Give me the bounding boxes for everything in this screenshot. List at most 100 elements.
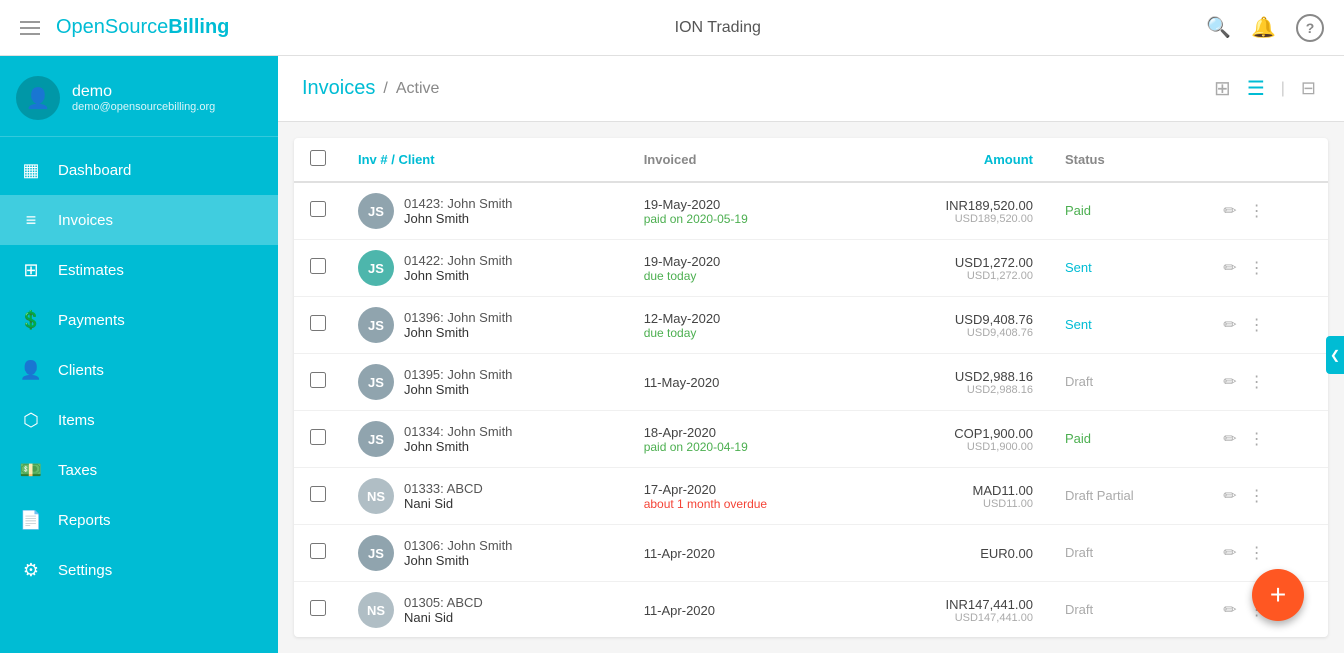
sidebar-item-reports[interactable]: 📄 Reports [0,495,278,545]
row-checkbox[interactable] [310,372,326,388]
invoices-table-container: Inv # / Client Invoiced Amount Status JS… [294,138,1328,637]
estimates-icon: ⊞ [20,259,42,281]
row-checkbox[interactable] [310,486,326,502]
select-all-header [294,138,342,182]
list-view-icon[interactable]: ☰ [1243,72,1269,105]
amount-main: USD2,988.16 [882,369,1033,384]
date-sub-status: due today [644,326,850,340]
filter-icon[interactable]: ⊟ [1297,74,1320,103]
edit-button[interactable]: ✏ [1219,482,1240,510]
col-amount: Amount [866,138,1049,182]
invoice-date: 11-Apr-2020 [644,546,850,561]
edit-button[interactable]: ✏ [1219,596,1240,624]
top-header: OpenSourceBilling ION Trading 🔍 🔔 ? [0,0,1344,56]
sidebar-item-label: Dashboard [58,162,131,179]
amount-cell: USD9,408.76 USD9,408.76 [866,297,1049,354]
edit-button[interactable]: ✏ [1219,368,1240,396]
table-row: JS 01423: John Smith John Smith 19-May-2… [294,182,1328,240]
grid-view-icon[interactable]: ⊞ [1210,72,1235,105]
more-button[interactable]: ⋮ [1245,254,1269,282]
invoice-number: 01305: ABCD [404,595,483,610]
status-badge: Paid [1065,431,1091,446]
select-all-checkbox[interactable] [310,150,326,166]
client-info: 01422: John Smith John Smith [404,253,512,283]
more-button[interactable]: ⋮ [1245,311,1269,339]
amount-cell: MAD11.00 USD11.00 [866,468,1049,525]
sidebar-item-estimates[interactable]: ⊞ Estimates [0,245,278,295]
status-badge: Sent [1065,260,1092,275]
header-actions: 🔍 🔔 ? [1206,14,1324,42]
more-button[interactable]: ⋮ [1245,425,1269,453]
row-checkbox[interactable] [310,201,326,217]
amount-cell: INR189,520.00 USD189,520.00 [866,182,1049,240]
status-cell: Paid [1049,411,1203,468]
sidebar-item-invoices[interactable]: ≡ Invoices [0,195,278,245]
actions-cell: ✏ ⋮ [1203,240,1328,297]
row-checkbox-cell [294,354,342,411]
date-cell: 18-Apr-2020 paid on 2020-04-19 [628,411,866,468]
date-cell: 11-Apr-2020 [628,582,866,638]
actions-cell: ✏ ⋮ [1203,297,1328,354]
client-name: John Smith [404,268,512,283]
status-badge: Paid [1065,203,1091,218]
more-button[interactable]: ⋮ [1245,539,1269,567]
sidebar-item-taxes[interactable]: 💵 Taxes [0,445,278,495]
amount-cell: USD1,272.00 USD1,272.00 [866,240,1049,297]
breadcrumb-separator: / [383,80,387,98]
row-checkbox[interactable] [310,258,326,274]
amount-usd: USD9,408.76 [882,327,1033,339]
date-sub-status: paid on 2020-05-19 [644,212,850,226]
edit-button[interactable]: ✏ [1219,311,1240,339]
row-checkbox[interactable] [310,543,326,559]
row-checkbox-cell [294,468,342,525]
page-title: Invoices [302,77,375,100]
sidebar-item-settings[interactable]: ⚙ Settings [0,545,278,595]
sidebar-item-dashboard[interactable]: ▦ Dashboard [0,145,278,195]
row-checkbox[interactable] [310,429,326,445]
header-title: ION Trading [675,19,761,37]
client-info: 01305: ABCD Nani Sid [404,595,483,625]
edit-button[interactable]: ✏ [1219,254,1240,282]
date-sub-status: paid on 2020-04-19 [644,440,850,454]
invoice-date: 19-May-2020 [644,197,850,212]
edit-button[interactable]: ✏ [1219,197,1240,225]
client-avatar: JS [358,364,394,400]
bell-icon[interactable]: 🔔 [1251,15,1276,40]
row-actions: ✏ ⋮ [1219,482,1312,510]
edit-button[interactable]: ✏ [1219,539,1240,567]
amount-usd: USD2,988.16 [882,384,1033,396]
table-row: JS 01306: John Smith John Smith 11-Apr-2… [294,525,1328,582]
menu-button[interactable] [20,21,40,35]
sidebar-item-payments[interactable]: 💲 Payments [0,295,278,345]
client-name: Nani Sid [404,496,483,511]
more-button[interactable]: ⋮ [1245,368,1269,396]
table-row: JS 01334: John Smith John Smith 18-Apr-2… [294,411,1328,468]
row-checkbox-cell [294,182,342,240]
row-checkbox-cell [294,240,342,297]
invoice-date: 11-May-2020 [644,375,850,390]
client-name: John Smith [404,439,512,454]
invoice-number: 01422: John Smith [404,253,512,268]
client-name: John Smith [404,211,512,226]
client-name: Nani Sid [404,610,483,625]
invoice-date: 12-May-2020 [644,311,850,326]
more-button[interactable]: ⋮ [1245,197,1269,225]
invoice-number: 01333: ABCD [404,481,483,496]
date-cell: 17-Apr-2020 about 1 month overdue [628,468,866,525]
sidebar-item-label: Payments [58,312,125,329]
more-button[interactable]: ⋮ [1245,482,1269,510]
sidebar-item-clients[interactable]: 👤 Clients [0,345,278,395]
row-checkbox[interactable] [310,315,326,331]
help-icon[interactable]: ? [1296,14,1324,42]
sidebar-item-items[interactable]: ⬡ Items [0,395,278,445]
date-cell: 11-May-2020 [628,354,866,411]
right-collapse-tab[interactable]: ❮ [1326,336,1344,374]
search-icon[interactable]: 🔍 [1206,15,1231,40]
taxes-icon: 💵 [20,459,42,481]
client-name: John Smith [404,382,512,397]
edit-button[interactable]: ✏ [1219,425,1240,453]
add-invoice-fab[interactable]: + [1252,569,1304,621]
row-checkbox[interactable] [310,600,326,616]
client-cell: JS 01334: John Smith John Smith [342,411,628,468]
table-row: JS 01395: John Smith John Smith 11-May-2… [294,354,1328,411]
